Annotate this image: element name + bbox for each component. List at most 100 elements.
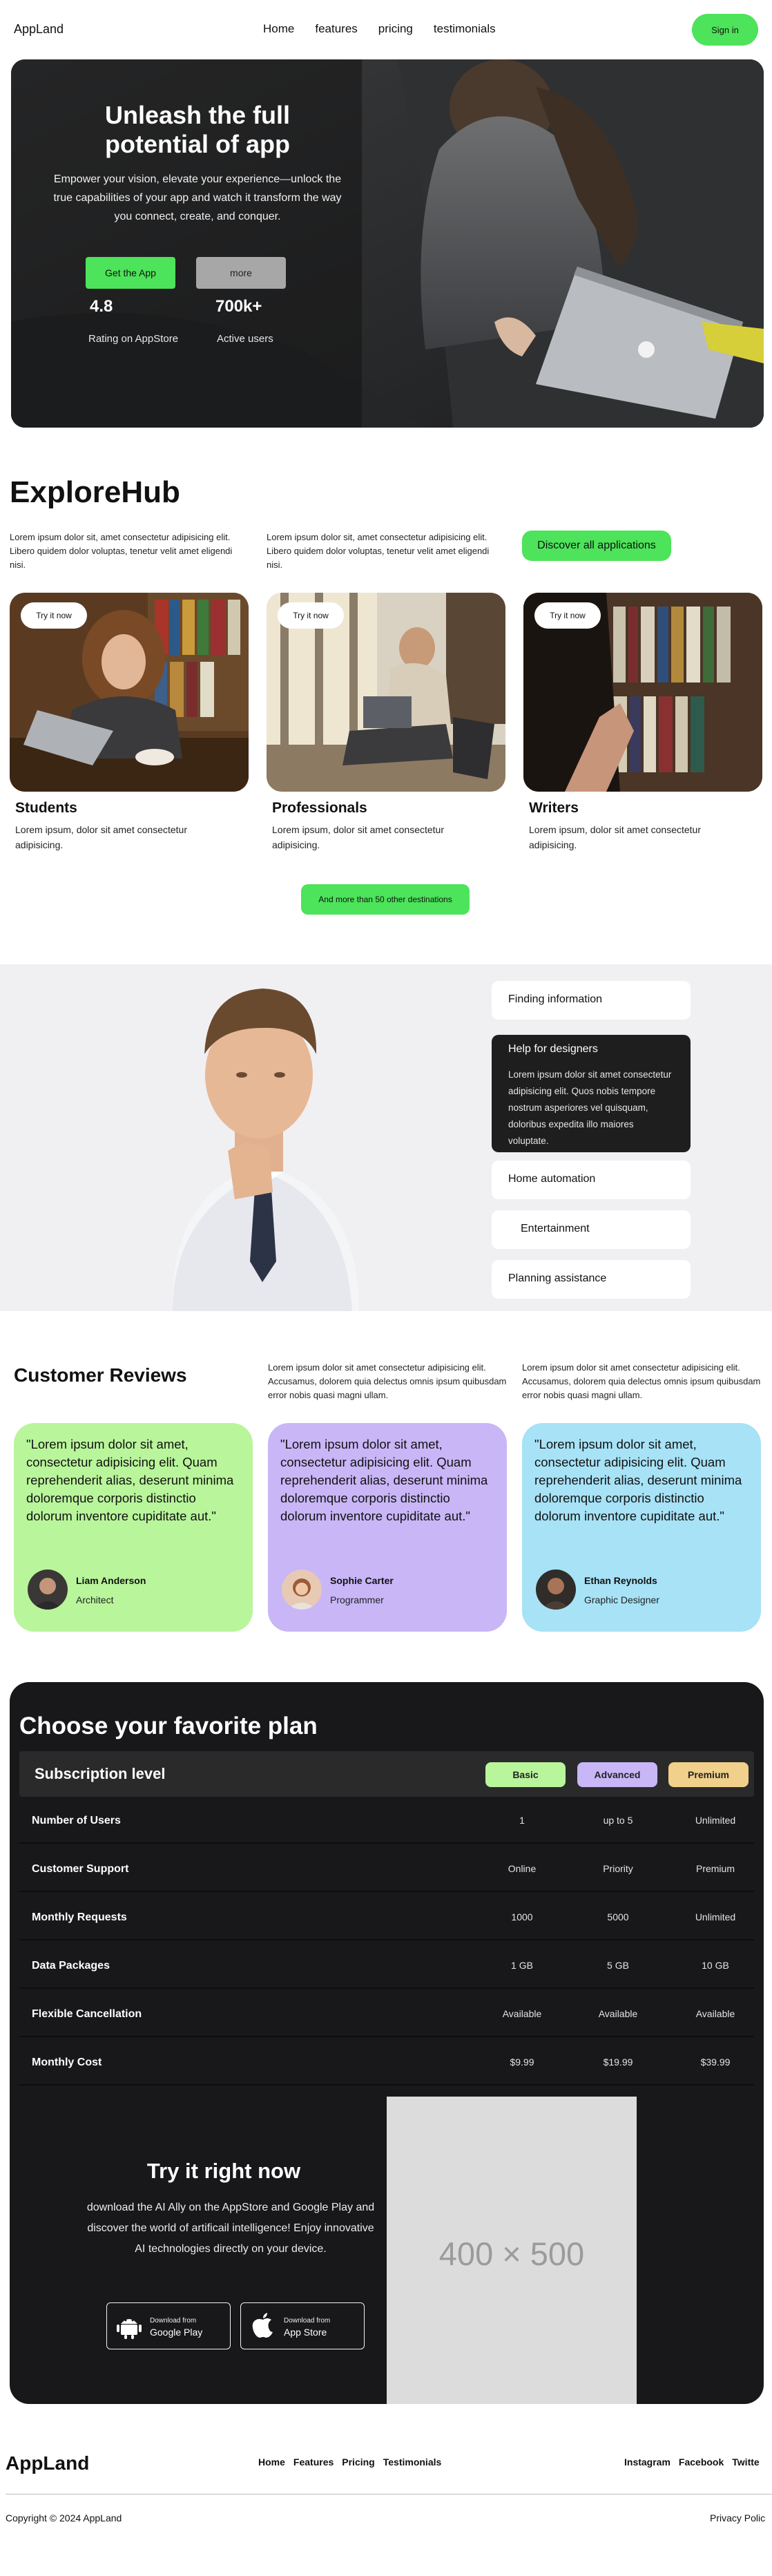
- plan-row: Customer Support Online Priority Premium: [19, 1845, 754, 1892]
- footer-nav-home[interactable]: Home: [258, 2456, 285, 2468]
- row-label: Flexible Cancellation: [32, 2008, 142, 2020]
- try-it-now-button[interactable]: Try it now: [278, 602, 344, 629]
- rating-label: Rating on AppStore: [88, 333, 179, 345]
- google-play-button[interactable]: Download from Google Play: [106, 2302, 231, 2349]
- feature-planning-assistance[interactable]: Planning assistance: [492, 1260, 691, 1299]
- hero-banner: Unleash the full potential of app Empowe…: [11, 59, 764, 428]
- more-button[interactable]: more: [196, 257, 286, 289]
- twitter-link[interactable]: Twitte: [732, 2456, 759, 2468]
- plan-row: Flexible Cancellation Available Availabl…: [19, 1990, 754, 2037]
- users-value: 700k+: [215, 297, 262, 316]
- plan-advanced-button[interactable]: Advanced: [577, 1762, 657, 1787]
- try-it-now-button[interactable]: Try it now: [21, 602, 87, 629]
- basic-value: Available: [502, 2008, 542, 2019]
- hero-subtitle: Empower your vision, elevate your experi…: [53, 173, 342, 222]
- premium-value: Premium: [695, 1863, 735, 1874]
- plan-header: Subscription level Basic Advanced Premiu…: [19, 1751, 754, 1797]
- feature-active-title: Help for designers: [508, 1043, 598, 1055]
- pricing-section: Choose your favorite plan Subscription l…: [10, 1682, 764, 2404]
- feature-active-text: Lorem ipsum dolor sit amet consectetur a…: [508, 1069, 672, 1146]
- app-store-label: App Store: [284, 2327, 327, 2338]
- premium-value: Available: [695, 2008, 735, 2019]
- plan-premium-button[interactable]: Premium: [668, 1762, 749, 1787]
- features-section: Finding information Help for designers L…: [0, 964, 772, 1311]
- explore-text-1: Lorem ipsum dolor sit, amet consectetur …: [10, 532, 233, 570]
- row-label: Customer Support: [32, 1863, 129, 1875]
- privacy-policy-link[interactable]: Privacy Polic: [710, 2512, 765, 2523]
- feature-entertainment[interactable]: Entertainment: [492, 1210, 691, 1249]
- plan-row: Number of Users 1 up to 5 Unlimited: [19, 1797, 754, 1844]
- nav-home[interactable]: Home: [263, 22, 294, 36]
- basic-value: Online: [508, 1863, 537, 1874]
- man-portrait-photo: [172, 989, 360, 1311]
- advanced-value: 5000: [607, 1911, 629, 1923]
- advanced-value: Priority: [603, 1863, 633, 1874]
- nav-testimonials[interactable]: testimonials: [434, 22, 496, 36]
- avatar: [536, 1570, 576, 1610]
- footer-nav-features[interactable]: Features: [293, 2456, 334, 2468]
- explore-title: ExploreHub: [10, 475, 180, 509]
- card-professionals[interactable]: Try it now Professionals Lorem ipsum, do…: [267, 593, 505, 850]
- nav-features[interactable]: features: [315, 22, 357, 36]
- app-store-button[interactable]: Download from App Store: [240, 2302, 365, 2349]
- footer-nav-pricing[interactable]: Pricing: [342, 2456, 374, 2468]
- review-card: "Lorem ipsum dolor sit amet, consectetur…: [268, 1423, 507, 1632]
- reviews-title: Customer Reviews: [14, 1364, 187, 1386]
- card-title: Writers: [529, 800, 579, 816]
- feature-home-automation[interactable]: Home automation: [492, 1161, 691, 1199]
- card-image: Try it now: [267, 593, 505, 792]
- nav-pricing[interactable]: pricing: [378, 22, 413, 36]
- app-store-small-text: Download from: [284, 2317, 331, 2325]
- pricing-title: Choose your favorite plan: [19, 1712, 318, 1739]
- placeholder-size-label: 400 × 500: [438, 2235, 585, 2272]
- more-destinations-button[interactable]: And more than 50 other destinations: [301, 884, 470, 915]
- card-title: Professionals: [272, 800, 367, 816]
- row-label: Number of Users: [32, 1815, 121, 1826]
- explore-text-2: Lorem ipsum dolor sit, amet consectetur …: [267, 532, 490, 570]
- avatar: [282, 1570, 322, 1610]
- card-image: Try it now: [10, 593, 249, 792]
- feature-finding-information[interactable]: Finding information: [492, 981, 691, 1020]
- review-quote: "Lorem ipsum dolor sit amet, consectetur…: [280, 1437, 488, 1523]
- instagram-link[interactable]: Instagram: [624, 2456, 670, 2468]
- try-title: Try it right now: [146, 2159, 301, 2183]
- premium-value: Unlimited: [695, 1815, 736, 1826]
- basic-value: 1000: [511, 1911, 533, 1923]
- discover-all-button[interactable]: Discover all applications: [522, 531, 671, 561]
- row-label: Monthly Requests: [32, 1911, 127, 1923]
- avatar: [28, 1570, 68, 1610]
- premium-value: Unlimited: [695, 1911, 736, 1923]
- plan-row: Monthly Cost $9.99 $19.99 $39.99: [19, 2039, 754, 2086]
- get-the-app-button[interactable]: Get the App: [86, 257, 175, 289]
- plan-row: Monthly Requests 1000 5000 Unlimited: [19, 1893, 754, 1940]
- basic-value: $9.99: [510, 2057, 534, 2068]
- card-students[interactable]: Try it now Students Lorem ipsum, dolor s…: [10, 593, 249, 850]
- reviewer-role: Programmer: [330, 1594, 384, 1605]
- reviewer-role: Graphic Designer: [584, 1594, 659, 1605]
- sign-in-button[interactable]: Sign in: [692, 14, 758, 46]
- logo[interactable]: AppLand: [14, 22, 64, 37]
- advanced-value: up to 5: [603, 1815, 633, 1826]
- footer-nav: Home Features Pricing Testimonials: [258, 2456, 441, 2468]
- reviews-text-1: Lorem ipsum dolor sit amet consectetur a…: [268, 1362, 507, 1400]
- users-label: Active users: [217, 333, 273, 345]
- main-nav: Home features pricing testimonials: [263, 22, 496, 36]
- premium-value: $39.99: [700, 2057, 731, 2068]
- card-writers[interactable]: Try it now Writers Lorem ipsum, dolor si…: [523, 593, 762, 850]
- footer-nav-testimonials[interactable]: Testimonials: [383, 2456, 442, 2468]
- try-subtitle: download the AI Ally on the AppStore and…: [86, 2202, 375, 2255]
- hero-title: Unleash the full potential of app: [104, 101, 291, 158]
- rating-value: 4.8: [90, 297, 113, 316]
- facebook-link[interactable]: Facebook: [679, 2456, 724, 2468]
- advanced-value: 5 GB: [607, 1960, 629, 1971]
- feature-help-for-designers[interactable]: Help for designers Lorem ipsum dolor sit…: [492, 1035, 691, 1152]
- review-card: "Lorem ipsum dolor sit amet, consectetur…: [14, 1423, 253, 1632]
- card-description: Lorem ipsum, dolor sit amet consectetur …: [15, 824, 187, 850]
- plan-basic-button[interactable]: Basic: [485, 1762, 566, 1787]
- apple-icon: [252, 2313, 273, 2338]
- reviews-text-2: Lorem ipsum dolor sit amet consectetur a…: [522, 1362, 761, 1400]
- footer-logo[interactable]: AppLand: [6, 2452, 89, 2474]
- try-it-now-button[interactable]: Try it now: [534, 602, 601, 629]
- android-icon: [117, 2319, 142, 2339]
- card-description: Lorem ipsum, dolor sit amet consectetur …: [529, 824, 701, 850]
